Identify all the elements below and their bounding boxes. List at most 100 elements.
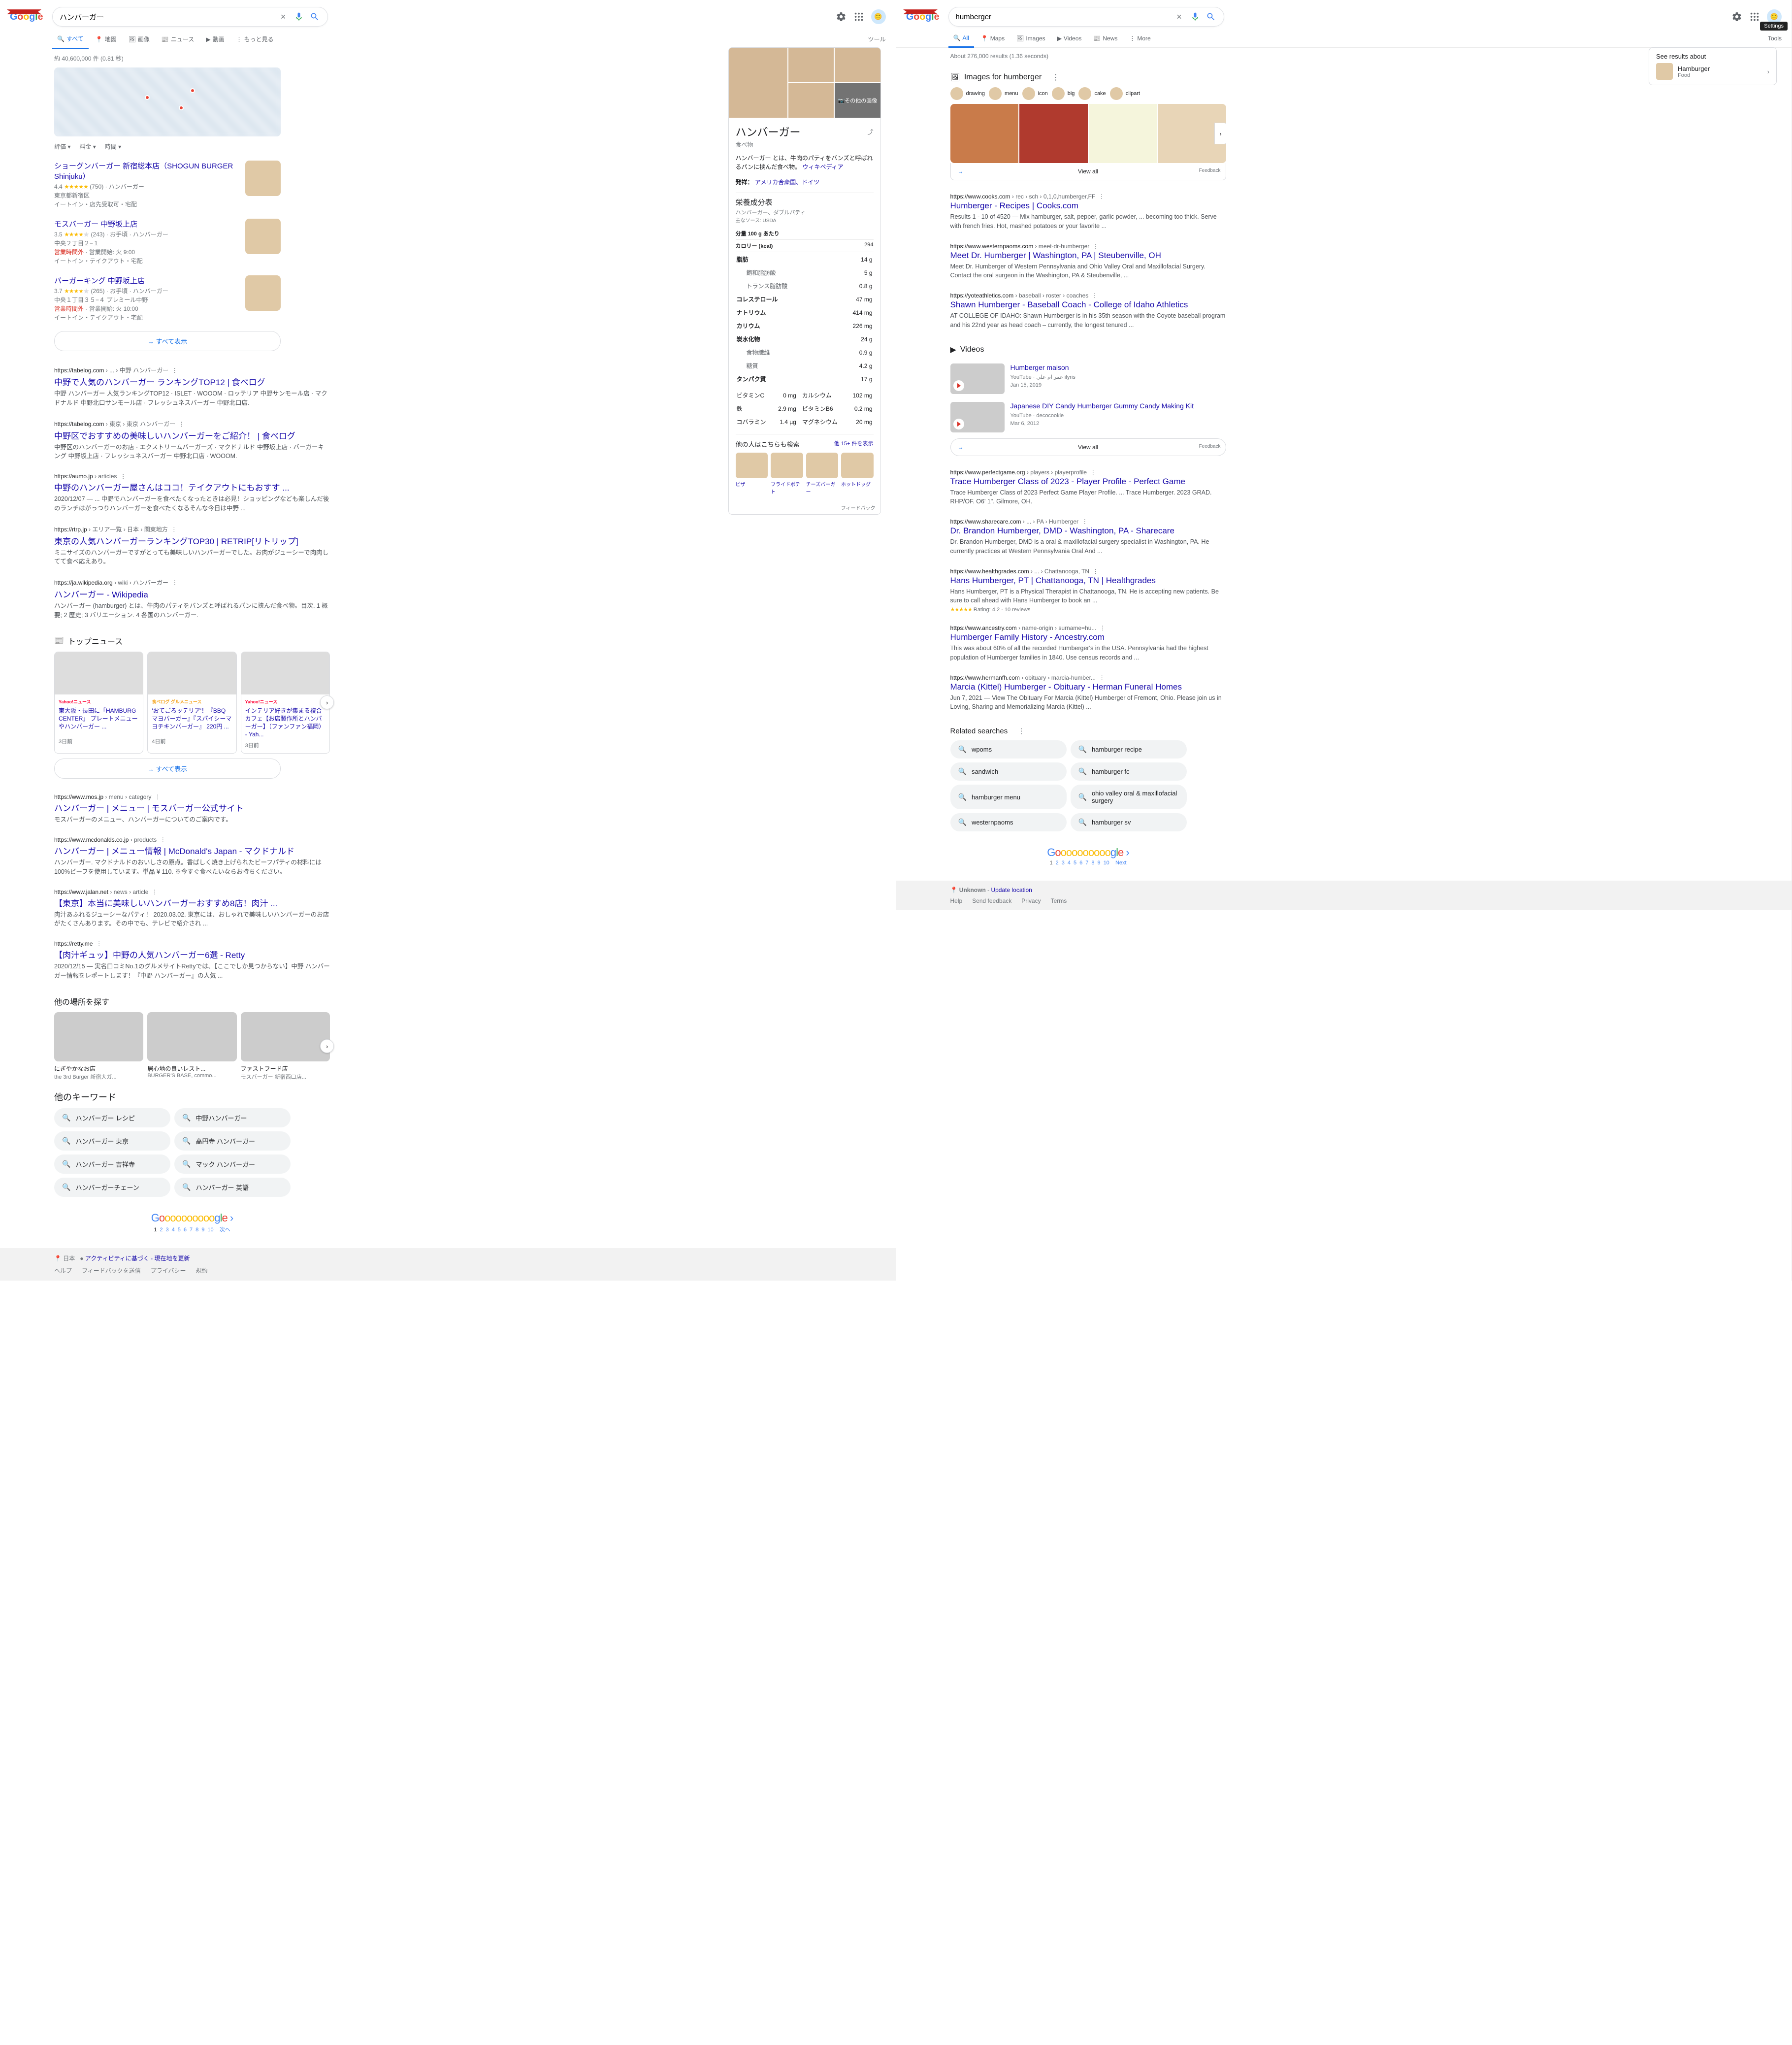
result-menu-icon[interactable]: ⋮ <box>1082 518 1088 525</box>
result-title[interactable]: Humberger Family History - Ancestry.com <box>950 632 1226 642</box>
result-title[interactable]: Dr. Brandon Humberger, DMD - Washington,… <box>950 526 1226 536</box>
place-result[interactable]: バーガーキング 中野坂上店 3.7 ★★★★★ (265) · お手頃 · ハン… <box>54 270 281 327</box>
result-title[interactable]: Meet Dr. Humberger | Washington, PA | St… <box>950 251 1226 261</box>
explore-card[interactable]: にぎやかなお店the 3rd Burger 新宿大ガ... <box>54 1012 143 1081</box>
result-menu-icon[interactable]: ⋮ <box>120 473 126 480</box>
also-search-item[interactable]: ホットドッグ <box>841 453 874 495</box>
mic-icon[interactable] <box>1190 12 1200 22</box>
filter-rating[interactable]: 評価 ▾ <box>54 142 70 151</box>
result-menu-icon[interactable]: ⋮ <box>1092 292 1098 299</box>
image-chip[interactable]: icon <box>1022 87 1048 100</box>
result-title[interactable]: 東京の人気ハンバーガーランキングTOP30 | RETRIP[リトリップ] <box>54 534 330 547</box>
search-input[interactable] <box>58 11 275 23</box>
related-chip[interactable]: 🔍ハンバーガー 東京 <box>54 1131 170 1151</box>
tab-images[interactable]: 🖼 Images <box>1011 30 1050 47</box>
news-card[interactable]: Yahoo!ニュース インテリア好きが集まる複合カフェ【お店製作所とハンバーガー… <box>241 652 330 754</box>
tab-maps[interactable]: 📍 Maps <box>976 30 1010 47</box>
result-menu-icon[interactable]: ⋮ <box>1093 568 1099 575</box>
also-search-item[interactable]: チーズバーガー <box>806 453 839 495</box>
image-chip[interactable]: cake <box>1078 87 1106 100</box>
related-chip[interactable]: 🔍hamburger menu <box>950 785 1067 809</box>
result-menu-icon[interactable]: ⋮ <box>171 526 177 533</box>
clear-icon[interactable]: × <box>278 12 288 22</box>
result-menu-icon[interactable]: ⋮ <box>96 940 102 947</box>
filter-hours[interactable]: 時間 ▾ <box>105 142 121 151</box>
tab-more[interactable]: ⋮ もっと見る <box>231 30 278 48</box>
settings-icon[interactable] <box>836 11 847 22</box>
tab-news[interactable]: 📰 ニュース <box>157 30 199 48</box>
tools-button[interactable]: Tools <box>1768 35 1792 42</box>
also-search-item[interactable]: ピザ <box>736 453 768 495</box>
related-chip[interactable]: 🔍ハンバーガー 英語 <box>174 1178 291 1197</box>
related-chip[interactable]: 🔍ohio valley oral & maxillofacial surger… <box>1071 785 1187 809</box>
image-chip[interactable]: menu <box>989 87 1018 100</box>
also-search-item[interactable]: フライドポテト <box>771 453 803 495</box>
related-chip[interactable]: 🔍westernpaoms <box>950 813 1067 831</box>
related-chip[interactable]: 🔍sandwich <box>950 762 1067 781</box>
related-chip[interactable]: 🔍wpoms <box>950 740 1067 759</box>
related-chip[interactable]: 🔍マック ハンバーガー <box>174 1154 291 1174</box>
tab-all[interactable]: 🔍 All <box>948 30 974 48</box>
result-menu-icon[interactable]: ⋮ <box>1099 674 1105 681</box>
show-all-news[interactable]: → すべて表示 <box>54 759 281 779</box>
result-title[interactable]: 中野で人気のハンバーガー ランキングTOP12 | 食べログ <box>54 375 330 388</box>
tab-more[interactable]: ⋮ More <box>1124 30 1155 47</box>
search-box[interactable]: × <box>948 7 1224 27</box>
scroll-next-icon[interactable]: › <box>320 1039 334 1053</box>
next-page[interactable]: 次へ <box>220 1227 230 1233</box>
tab-images[interactable]: 🖼 画像 <box>124 30 155 48</box>
view-all-videos[interactable]: →View allFeedback <box>950 438 1226 456</box>
tab-maps[interactable]: 📍 地図 <box>91 30 122 48</box>
news-card[interactable]: Yahoo!ニュース 東大阪・長田に「HAMBURG CENTER」 プレートメ… <box>54 652 143 754</box>
result-title[interactable]: ハンバーガー | メニュー情報 | McDonald's Japan - マクド… <box>54 844 330 857</box>
related-chip[interactable]: 🔍ハンバーガー 吉祥寺 <box>54 1154 170 1174</box>
result-menu-icon[interactable]: ⋮ <box>1093 243 1099 250</box>
avatar[interactable]: 🙂 <box>871 9 886 24</box>
result-title[interactable]: Marcia (Kittel) Humberger - Obituary - H… <box>950 682 1226 692</box>
filter-price[interactable]: 料金 ▾ <box>79 142 96 151</box>
share-icon[interactable]: ⤴ <box>867 128 873 136</box>
more-images[interactable]: 📷 その他の画像 <box>835 83 880 118</box>
image-chip[interactable]: drawing <box>950 87 985 100</box>
view-all-images[interactable]: →View allFeedback <box>950 163 1226 180</box>
settings-icon[interactable] <box>1731 11 1742 22</box>
explore-card[interactable]: ファストフード店モスバーガー 新宿西口店... <box>241 1012 330 1081</box>
tab-videos[interactable]: ▶ Videos <box>1052 30 1087 47</box>
see-results-about[interactable]: See results about HamburgerFood › <box>1649 47 1777 85</box>
related-chip[interactable]: 🔍ハンバーガー レシピ <box>54 1108 170 1127</box>
image-strip[interactable]: › <box>950 104 1226 163</box>
place-result[interactable]: モスバーガー 中野坂上店 3.5 ★★★★★ (243) · お手頃 · ハンバ… <box>54 214 281 270</box>
result-title[interactable]: ハンバーガー | メニュー | モスバーガー公式サイト <box>54 801 330 814</box>
related-chip[interactable]: 🔍hamburger sv <box>1071 813 1187 831</box>
result-title[interactable]: 中野のハンバーガー屋さんはココ！テイクアウトにもおすす ... <box>54 481 330 493</box>
place-result[interactable]: ショーグンバーガー 新宿総本店（SHOGUN BURGER Shinjuku） … <box>54 156 281 214</box>
result-menu-icon[interactable]: ⋮ <box>172 579 178 586</box>
result-menu-icon[interactable]: ⋮ <box>1099 193 1105 200</box>
search-icon[interactable] <box>1206 12 1216 22</box>
place-title[interactable]: ショーグンバーガー 新宿総本店（SHOGUN BURGER Shinjuku） <box>54 161 239 181</box>
result-menu-icon[interactable]: ⋮ <box>155 793 161 800</box>
image-chip[interactable]: clipart <box>1110 87 1140 100</box>
result-title[interactable]: 中野区でおすすめの美味しいハンバーガーをご紹介！ | 食べログ <box>54 429 330 441</box>
result-title[interactable]: 【東京】本当に美味しいハンバーガーおすすめ8店！肉汁 ... <box>54 896 330 909</box>
local-map[interactable] <box>54 67 281 136</box>
apps-icon[interactable] <box>1749 11 1760 22</box>
related-chip[interactable]: 🔍hamburger fc <box>1071 762 1187 781</box>
related-chip[interactable]: 🔍ハンバーガーチェーン <box>54 1178 170 1197</box>
result-title[interactable]: ハンバーガー - Wikipedia <box>54 588 330 600</box>
apps-icon[interactable] <box>853 11 864 22</box>
show-all-places[interactable]: → すべて表示 <box>54 331 281 351</box>
related-chip[interactable]: 🔍中野ハンバーガー <box>174 1108 291 1127</box>
tab-news[interactable]: 📰 News <box>1088 30 1122 47</box>
result-title[interactable]: Humberger - Recipes | Cooks.com <box>950 201 1226 211</box>
related-chip[interactable]: 🔍hamburger recipe <box>1071 740 1187 759</box>
video-result[interactable]: Japanese DIY Candy Humberger Gummy Candy… <box>950 398 1226 436</box>
search-box[interactable]: × <box>52 7 328 27</box>
image-chip[interactable]: big <box>1052 87 1075 100</box>
result-title[interactable]: Shawn Humberger - Baseball Coach - Colle… <box>950 300 1226 310</box>
related-chip[interactable]: 🔍高円寺 ハンバーガー <box>174 1131 291 1151</box>
google-logo[interactable]: Google <box>10 10 44 23</box>
search-input[interactable] <box>954 11 1172 23</box>
result-menu-icon[interactable]: ⋮ <box>179 421 185 428</box>
result-menu-icon[interactable]: ⋮ <box>160 836 166 843</box>
